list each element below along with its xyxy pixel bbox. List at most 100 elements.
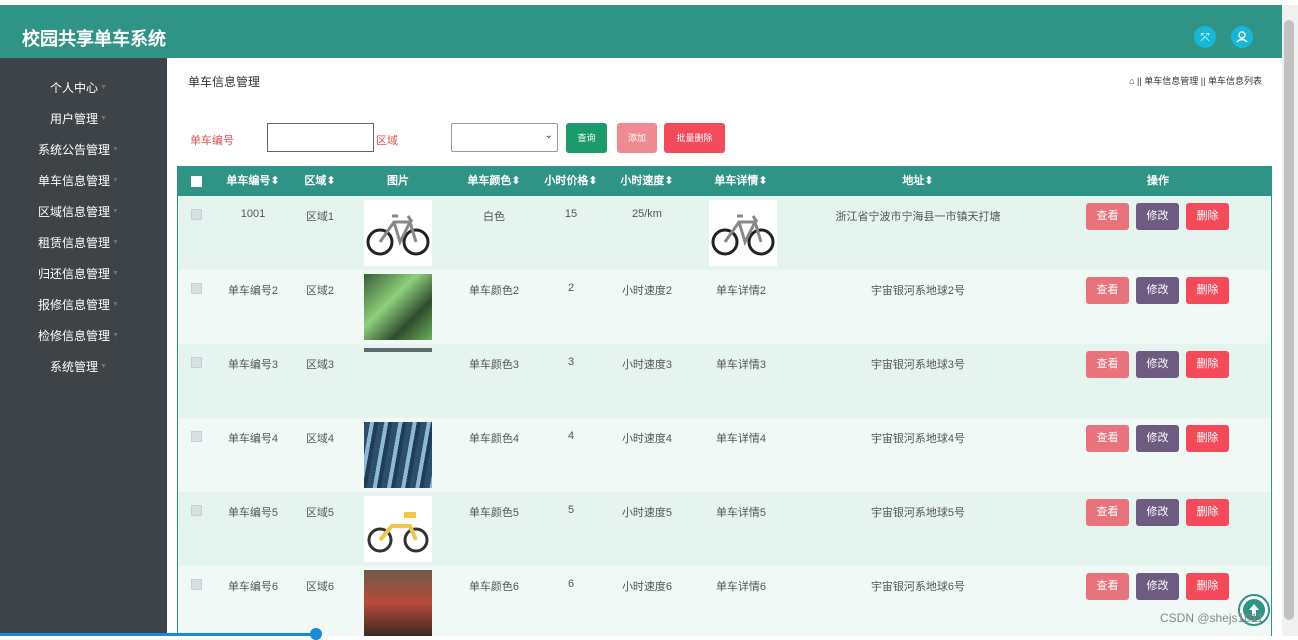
edit-button[interactable]: 修改: [1136, 351, 1179, 378]
view-button[interactable]: 查看: [1086, 351, 1129, 378]
speed-cell: 小时速度4: [621, 433, 673, 445]
sidebar-item-6[interactable]: 租赁信息管理 ▼: [0, 228, 167, 258]
bike-image: [364, 348, 432, 352]
bike-no-cell: 单车编号4: [227, 433, 279, 445]
col-region[interactable]: 区域⬍: [296, 166, 344, 196]
bike-no-cell: 单车编号2: [227, 285, 279, 297]
delete-button[interactable]: 删除: [1186, 573, 1229, 600]
color-cell: 单车颜色4: [468, 433, 520, 445]
col-speed[interactable]: 小时速度⬍: [614, 166, 680, 196]
sidebar-item-label: 系统公告管理: [38, 143, 111, 157]
col-price[interactable]: 小时价格⬍: [538, 166, 604, 196]
col-price-label: 小时价格: [544, 175, 589, 187]
main-content: 单车信息管理 ⌂ || 单车信息管理 || 单车信息列表 单车编号 区域 ⌄ 查…: [167, 58, 1282, 636]
sidebar-item-2[interactable]: 用户管理 ▼: [0, 104, 167, 134]
home-icon[interactable]: ⌂: [1129, 76, 1134, 86]
row-checkbox[interactable]: [191, 505, 202, 516]
expand-icon[interactable]: ⤧: [1194, 26, 1216, 48]
bike-image: [364, 496, 432, 562]
edit-button[interactable]: 修改: [1136, 277, 1179, 304]
chevron-down-icon: ▼: [100, 363, 107, 370]
sidebar-item-7[interactable]: 归还信息管理 ▼: [0, 259, 167, 289]
detail-cell: 单车详情3: [715, 359, 767, 371]
detail-cell: 单车详情2: [715, 285, 767, 297]
col-bike-no[interactable]: 单车编号⬍: [223, 166, 283, 196]
address-cell: 宇宙银河系地球4号: [870, 433, 966, 445]
view-button[interactable]: 查看: [1086, 203, 1129, 230]
delete-button[interactable]: 删除: [1186, 499, 1229, 526]
page-title: 单车信息管理: [188, 75, 261, 89]
delete-button[interactable]: 删除: [1186, 203, 1229, 230]
row-checkbox[interactable]: [191, 209, 202, 220]
col-detail-label: 单车详情: [714, 175, 759, 187]
edit-button[interactable]: 修改: [1136, 499, 1179, 526]
bike-no-cell: 单车编号5: [227, 507, 279, 519]
speed-cell: 小时速度5: [621, 507, 673, 519]
batch-delete-button[interactable]: 批量删除: [664, 123, 725, 153]
breadcrumb-sep: ||: [1137, 76, 1142, 86]
col-speed-label: 小时速度: [620, 175, 665, 187]
sidebar-item-4[interactable]: 单车信息管理 ▼: [0, 166, 167, 196]
sidebar-item-3[interactable]: 系统公告管理 ▼: [0, 135, 167, 165]
edit-button[interactable]: 修改: [1136, 203, 1179, 230]
view-button[interactable]: 查看: [1086, 499, 1129, 526]
row-checkbox[interactable]: [191, 283, 202, 294]
detail-cell: 单车详情4: [715, 433, 767, 445]
watermark: CSDN @shejs1011: [1160, 611, 1264, 625]
delete-button[interactable]: 删除: [1186, 351, 1229, 378]
row-checkbox[interactable]: [191, 357, 202, 368]
edit-button[interactable]: 修改: [1136, 425, 1179, 452]
table-row: 单车编号4 区域4 单车颜色4 4 小时速度4 单车详情4 宇宙银河系地球4号 查看 修改 删除: [178, 418, 1271, 492]
price-cell: 15: [564, 208, 578, 220]
sort-icon: ⬍: [588, 175, 598, 187]
view-button[interactable]: 查看: [1086, 573, 1129, 600]
col-region-label: 区域: [304, 175, 327, 187]
query-button[interactable]: 查询: [566, 123, 607, 153]
sort-icon: ⬍: [326, 175, 336, 187]
progress-handle[interactable]: [310, 628, 322, 640]
header: 校园共享单车系统 ⤧: [0, 5, 1282, 58]
region-cell: 区域5: [305, 507, 335, 519]
bike-table: 单车编号⬍ 区域⬍ 图片 单车颜色⬍ 小时价格⬍ 小时速度⬍ 单车详情⬍ 地址⬍…: [177, 166, 1272, 636]
price-cell: 3: [567, 356, 575, 368]
row-checkbox[interactable]: [191, 579, 202, 590]
address-cell: 宇宙银河系地球5号: [870, 507, 966, 519]
bike-no-input[interactable]: [267, 123, 374, 152]
app-title: 校园共享单车系统: [22, 29, 166, 49]
region-cell: 区域1: [305, 211, 335, 223]
sidebar-item-label: 归还信息管理: [38, 267, 111, 281]
region-label: 区域: [376, 135, 398, 147]
col-detail[interactable]: 单车详情⬍: [708, 166, 774, 196]
sidebar-item-label: 单车信息管理: [38, 174, 111, 188]
chevron-down-icon: ▼: [112, 270, 119, 277]
region-select[interactable]: ⌄: [451, 123, 558, 152]
row-checkbox[interactable]: [191, 431, 202, 442]
delete-button[interactable]: 删除: [1186, 277, 1229, 304]
view-button[interactable]: 查看: [1086, 277, 1129, 304]
edit-button[interactable]: 修改: [1136, 573, 1179, 600]
sidebar-item-5[interactable]: 区域信息管理 ▼: [0, 197, 167, 227]
col-address[interactable]: 地址⬍: [878, 166, 958, 196]
view-button[interactable]: 查看: [1086, 425, 1129, 452]
price-cell: 6: [567, 578, 575, 590]
sidebar-item-10[interactable]: 系统管理 ▼: [0, 352, 167, 382]
delete-button[interactable]: 删除: [1186, 425, 1229, 452]
detail-image: [709, 200, 777, 266]
col-address-label: 地址: [902, 175, 925, 187]
table-header: 单车编号⬍ 区域⬍ 图片 单车颜色⬍ 小时价格⬍ 小时速度⬍ 单车详情⬍ 地址⬍…: [178, 166, 1271, 196]
speed-cell: 小时速度6: [621, 581, 673, 593]
add-button[interactable]: 添加: [617, 123, 657, 153]
sidebar-item-label: 租赁信息管理: [38, 236, 111, 250]
sidebar-item-label: 报修信息管理: [38, 298, 111, 312]
sidebar-item-label: 用户管理: [50, 112, 99, 126]
sidebar-item-8[interactable]: 报修信息管理 ▼: [0, 290, 167, 320]
sidebar-item-1[interactable]: 个人中心 ▼: [0, 73, 167, 103]
bike-no-cell: 单车编号6: [227, 581, 279, 593]
chevron-down-icon: ▼: [112, 332, 119, 339]
breadcrumb-item-1[interactable]: 单车信息管理: [1144, 76, 1198, 86]
sidebar-item-9[interactable]: 检修信息管理 ▼: [0, 321, 167, 351]
user-icon[interactable]: [1231, 26, 1253, 48]
select-all-checkbox[interactable]: [191, 176, 202, 187]
scrollbar-thumb[interactable]: [1284, 20, 1294, 620]
col-color[interactable]: 单车颜色⬍: [458, 166, 530, 196]
